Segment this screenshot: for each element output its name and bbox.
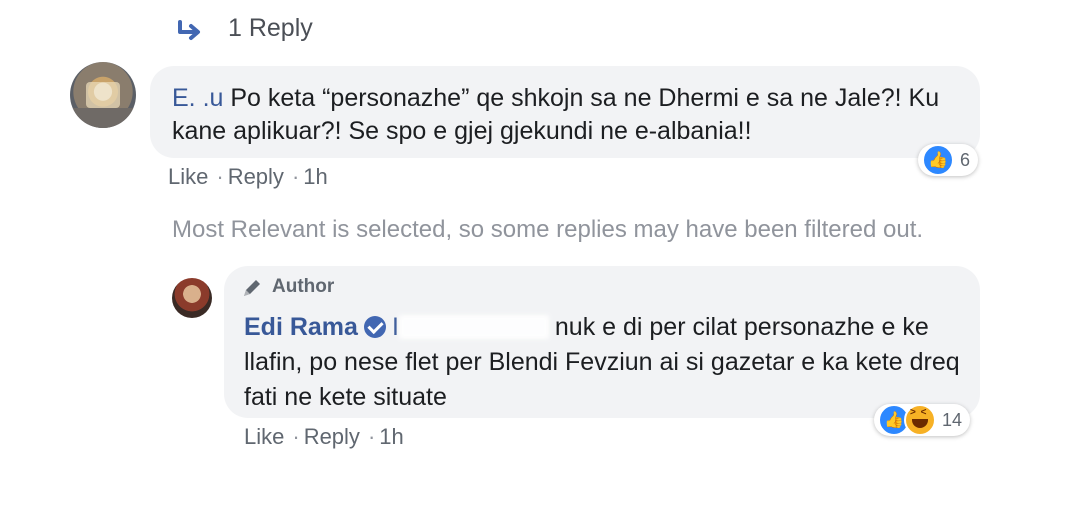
filter-notice: Most Relevant is selected, so some repli…: [172, 216, 924, 243]
timestamp[interactable]: 1h: [303, 164, 327, 189]
mention-link[interactable]: I: [392, 313, 399, 341]
like-reaction-icon: 👍: [922, 144, 954, 176]
like-button[interactable]: Like: [244, 424, 284, 449]
reply-button[interactable]: Reply: [304, 424, 360, 449]
comment-author-link[interactable]: E. .u: [172, 84, 223, 112]
comment-actions: Like · Reply · 1h: [244, 424, 404, 449]
reply-button[interactable]: Reply: [228, 164, 284, 189]
verified-icon: [363, 316, 386, 338]
comment-text: E. .u Po keta “personazhe” qe shkojn sa …: [172, 84, 940, 145]
pencil-icon: [244, 280, 260, 296]
reaction-summary[interactable]: 👍 6: [918, 144, 979, 176]
author-badge: Author: [272, 276, 335, 297]
reaction-summary[interactable]: 👍 14: [874, 404, 971, 436]
like-button[interactable]: Like: [168, 164, 208, 189]
reaction-count: 6: [960, 149, 971, 170]
reaction-count: 14: [942, 409, 963, 430]
avatar[interactable]: [172, 278, 212, 318]
haha-reaction-icon: [904, 404, 936, 436]
reply-arrow-icon: [178, 20, 200, 40]
timestamp[interactable]: 1h: [379, 424, 403, 449]
redacted-name: [398, 315, 549, 339]
comment-author-link[interactable]: Edi Rama: [244, 313, 358, 341]
view-replies-link[interactable]: 1 Reply: [228, 14, 313, 43]
avatar[interactable]: [70, 62, 136, 128]
comment-text: Edi Rama Inuk e di per cilat personazhe e…: [244, 313, 960, 411]
comment-actions: Like · Reply · 1h: [168, 164, 328, 189]
